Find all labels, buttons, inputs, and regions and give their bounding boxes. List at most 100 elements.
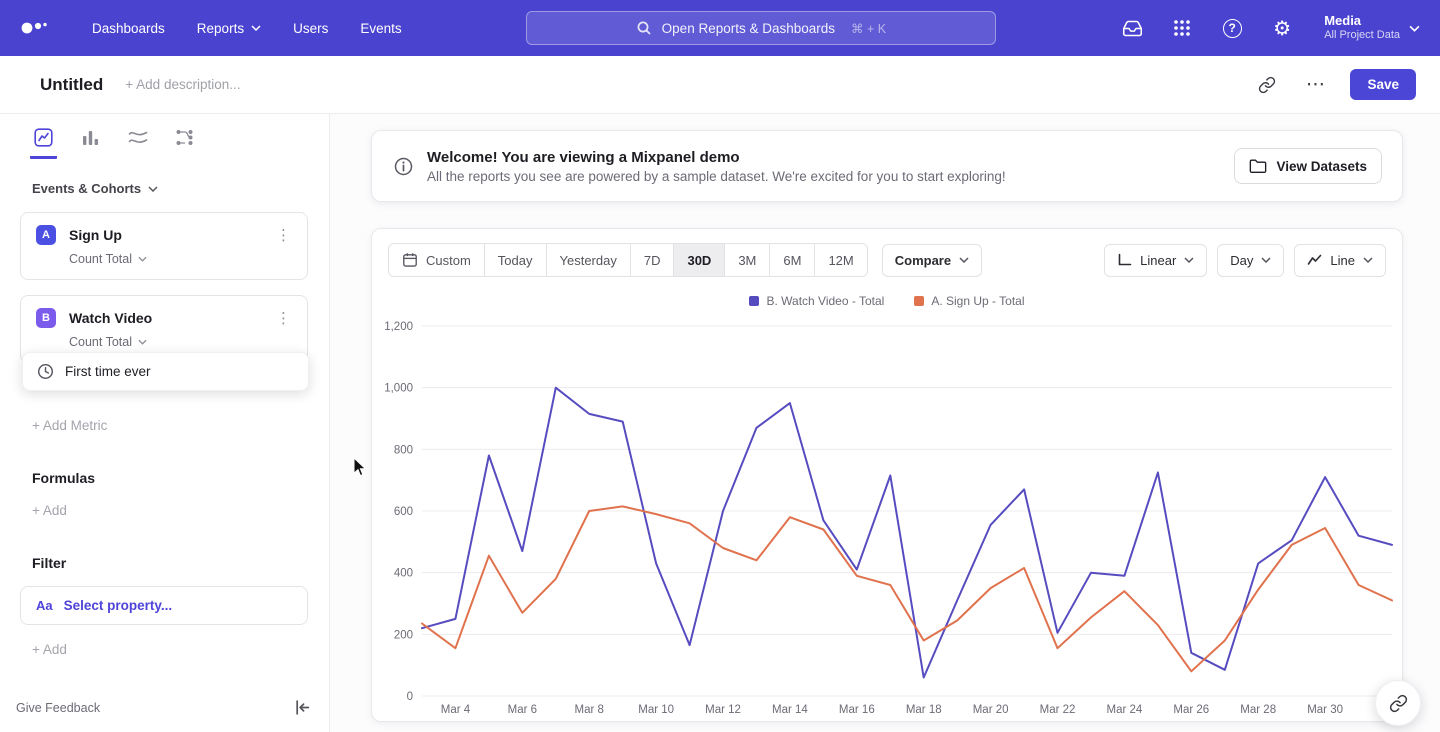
metric-row: A Sign Up ⋮ [21,213,307,252]
range-7d[interactable]: 7D [630,244,674,276]
view-datasets-label: View Datasets [1276,159,1367,174]
chevron-down-icon [1363,257,1373,263]
mixpanel-logo[interactable] [20,19,48,37]
svg-text:Mar 14: Mar 14 [772,704,808,716]
granularity-selector[interactable]: Day [1217,244,1284,277]
svg-text:Mar 22: Mar 22 [1040,704,1076,716]
events-cohorts-label: Events & Cohorts [32,181,141,196]
dropdown-option-label: First time ever [65,364,151,379]
range-6m[interactable]: 6M [769,244,814,276]
nav-dashboards[interactable]: Dashboards [92,21,165,36]
tab-retention[interactable] [124,124,151,159]
primary-nav: Dashboards Reports Users Events [92,21,402,36]
query-builder-sidebar: Events & Cohorts A Sign Up ⋮ Count Total [0,114,330,732]
chevron-down-icon [1261,257,1271,263]
add-description[interactable]: + Add description... [125,77,240,92]
report-title[interactable]: Untitled [40,75,103,95]
legend-label: B. Watch Video - Total [766,294,884,308]
share-link-floating-button[interactable] [1375,680,1421,726]
add-formula-button[interactable]: + Add [32,503,308,518]
events-cohorts-section[interactable]: Events & Cohorts [32,181,308,196]
range-today[interactable]: Today [484,244,546,276]
compare-button[interactable]: Compare [882,244,982,277]
chevron-down-icon [1184,257,1194,263]
nav-users[interactable]: Users [293,21,328,36]
line-chart-plot[interactable]: 02004006008001,0001,200Mar 4Mar 6Mar 8Ma… [380,318,1396,718]
dropdown-option-first-time-ever[interactable]: First time ever [22,352,309,391]
give-feedback-link[interactable]: Give Feedback [16,701,100,715]
mixpanel-logo-icon [20,19,48,37]
ellipsis-glyph: ⋯ [1306,75,1325,94]
inbox-icon[interactable] [1120,16,1144,40]
chart-toolbar: Custom Today Yesterday 7D 30D 3M 6M 12M … [380,243,1394,277]
svg-text:Mar 20: Mar 20 [973,704,1009,716]
copy-link-icon[interactable] [1254,72,1280,98]
project-info: Media All Project Data [1324,13,1400,43]
add-filter-button[interactable]: + Add [32,642,308,657]
range-custom[interactable]: Custom [389,244,484,276]
nav-events[interactable]: Events [360,21,401,36]
svg-text:800: 800 [394,444,413,456]
legend-item-watch-video[interactable]: B. Watch Video - Total [749,294,884,308]
kebab-menu-icon[interactable]: ⋮ [272,228,295,243]
svg-text:Mar 12: Mar 12 [705,704,741,716]
aggregation-selector[interactable]: Count Total [21,252,307,279]
tab-flows[interactable] [171,124,198,159]
svg-text:Mar 8: Mar 8 [575,704,604,716]
kebab-menu-icon[interactable]: ⋮ [272,311,295,326]
filter-title: Filter [32,555,308,571]
global-search[interactable]: Open Reports & Dashboards ⌘ + K [526,11,996,45]
report-header: Untitled + Add description... ⋯ Save [0,56,1440,114]
svg-text:0: 0 [407,691,413,703]
scale-label: Linear [1140,253,1176,268]
range-30d[interactable]: 30D [673,244,724,276]
tab-insights[interactable] [30,124,57,159]
view-datasets-button[interactable]: View Datasets [1234,148,1382,184]
project-name: Media [1324,13,1400,29]
project-switcher[interactable]: Media All Project Data [1324,13,1420,43]
metric-badge-a: A [36,225,56,245]
range-yesterday[interactable]: Yesterday [546,244,630,276]
svg-text:600: 600 [394,506,413,518]
settings-gear-icon[interactable]: ⚙ [1270,16,1294,40]
save-button[interactable]: Save [1350,69,1416,100]
legend-item-sign-up[interactable]: A. Sign Up - Total [914,294,1024,308]
chart-type-selector[interactable]: Line [1294,244,1386,277]
bar-chart-icon [81,128,100,147]
banner-title: Welcome! You are viewing a Mixpanel demo [427,149,1006,166]
builder-tabs [0,114,329,159]
tab-funnels[interactable] [77,124,104,159]
svg-text:Mar 4: Mar 4 [441,704,471,716]
folder-icon [1249,158,1267,174]
svg-text:Mar 10: Mar 10 [638,704,674,716]
search-icon [636,20,652,36]
add-metric-button[interactable]: + Add Metric [32,418,308,433]
calendar-icon [402,252,418,268]
scale-selector[interactable]: Linear [1104,244,1207,277]
collapse-sidebar-icon[interactable] [294,699,311,716]
chevron-down-icon [959,257,969,263]
filter-property-selector[interactable]: Aa Select property... [20,586,308,625]
axis-scale-icon [1117,253,1132,267]
aggregation-label: Count Total [69,335,132,349]
metric-card-sign-up[interactable]: A Sign Up ⋮ Count Total [20,212,308,280]
more-options-icon[interactable]: ⋯ [1302,72,1328,98]
svg-text:Mar 24: Mar 24 [1107,704,1143,716]
chevron-down-icon [138,256,147,262]
range-3m[interactable]: 3M [724,244,769,276]
legend-label: A. Sign Up - Total [931,294,1024,308]
compare-label: Compare [895,253,951,268]
apps-grid-icon[interactable] [1170,16,1194,40]
granularity-label: Day [1230,253,1253,268]
range-12m[interactable]: 12M [814,244,866,276]
formulas-title: Formulas [32,470,308,486]
chevron-down-icon [148,186,158,192]
nav-reports[interactable]: Reports [197,21,261,36]
svg-text:Mar 6: Mar 6 [508,704,537,716]
filter-placeholder: Select property... [64,598,173,613]
chevron-down-icon [251,25,261,31]
svg-text:1,000: 1,000 [384,383,413,395]
clock-icon [37,363,54,380]
help-icon[interactable]: ? [1220,16,1244,40]
nav-reports-label: Reports [197,21,244,36]
